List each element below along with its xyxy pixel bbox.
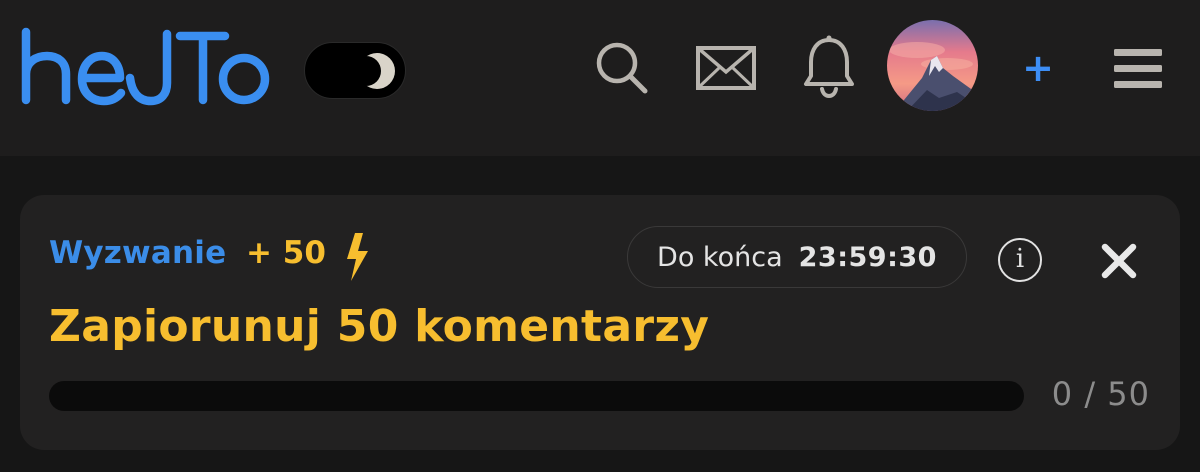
- lightning-icon: [347, 233, 368, 281]
- mail-icon: [696, 46, 756, 90]
- timer-label: Do końca: [657, 241, 783, 273]
- close-icon: [1101, 243, 1137, 279]
- top-navigation-bar: +: [0, 0, 1200, 156]
- challenge-card: Wyzwanie + 50 Do końca 23:59:30 i Zapior…: [20, 195, 1180, 450]
- messages-button[interactable]: [694, 42, 758, 94]
- hejto-logo[interactable]: [20, 26, 270, 106]
- timer-value: 23:59:30: [798, 241, 937, 273]
- search-icon: [596, 42, 648, 94]
- challenge-progress-text: 0 / 50: [1051, 375, 1150, 413]
- moon-icon: [357, 53, 395, 89]
- add-post-button[interactable]: +: [1016, 46, 1060, 90]
- close-button[interactable]: [1099, 241, 1139, 281]
- mountain-avatar-image: [887, 20, 978, 111]
- info-button[interactable]: i: [998, 238, 1042, 282]
- challenge-progress-bar: [49, 381, 1024, 411]
- hamburger-menu-icon: [1114, 49, 1162, 88]
- search-button[interactable]: [592, 38, 652, 98]
- challenge-type-label: Wyzwanie: [49, 235, 227, 271]
- user-avatar[interactable]: [887, 20, 978, 111]
- menu-button[interactable]: [1110, 44, 1166, 94]
- notifications-button[interactable]: [800, 34, 858, 100]
- challenge-points: + 50: [246, 235, 326, 271]
- bell-icon: [804, 35, 854, 99]
- challenge-timer: Do końca 23:59:30: [627, 226, 967, 288]
- challenge-title: Zapiorunuj 50 komentarzy: [49, 301, 710, 352]
- info-icon: i: [1015, 244, 1025, 274]
- theme-toggle[interactable]: [304, 42, 406, 99]
